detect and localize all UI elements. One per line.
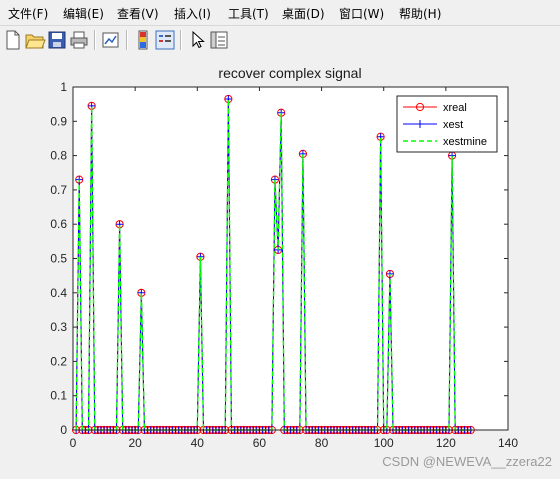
menu-bar: 文件(F) 编辑(E) 查看(V) 插入(I) 工具(T) 桌面(D) 窗口(W… bbox=[0, 0, 560, 25]
menu-desktop[interactable]: 桌面(D) bbox=[282, 5, 325, 22]
property-editor-icon[interactable] bbox=[208, 29, 230, 51]
y-tick-label: 1 bbox=[60, 80, 67, 94]
legend[interactable]: xreal xest xestmine bbox=[396, 95, 498, 153]
y-tick-label: 0.8 bbox=[50, 149, 67, 163]
save-icon[interactable] bbox=[46, 29, 68, 51]
menu-help[interactable]: 帮助(H) bbox=[399, 5, 441, 22]
y-tick-label: 0.2 bbox=[50, 354, 67, 368]
watermark: CSDN @NEWEVA__zzera22 bbox=[382, 454, 552, 469]
y-tick-label: 0.3 bbox=[50, 320, 67, 334]
y-tick-label: 0 bbox=[60, 423, 67, 437]
colorbar-icon[interactable] bbox=[132, 29, 154, 51]
chart-title: recover complex signal bbox=[218, 65, 361, 81]
x-tick-label: 140 bbox=[498, 436, 518, 450]
toolbar-separator bbox=[180, 30, 182, 50]
x-tick-label: 0 bbox=[70, 436, 77, 450]
y-tick-label: 0.9 bbox=[50, 114, 67, 128]
legend-icon[interactable] bbox=[154, 29, 176, 51]
menu-tools[interactable]: 工具(T) bbox=[228, 5, 269, 22]
open-folder-icon[interactable] bbox=[24, 29, 46, 51]
link-plot-icon[interactable] bbox=[100, 29, 122, 51]
figure-area: 0 20 40 60 80 100 120 140 0 0.1 0.2 0.3 0.4 0.5 0.6 0.… bbox=[0, 54, 560, 475]
x-tick-label: 60 bbox=[253, 436, 267, 450]
y-tick-label: 0.5 bbox=[50, 252, 67, 266]
y-tick-label: 0.4 bbox=[50, 286, 67, 300]
x-tick-label: 80 bbox=[315, 436, 329, 450]
new-file-icon[interactable] bbox=[2, 29, 24, 51]
x-tick-label: 40 bbox=[191, 436, 205, 450]
y-tick-label: 0.7 bbox=[50, 183, 67, 197]
toolbar bbox=[0, 25, 560, 55]
pointer-icon[interactable] bbox=[186, 29, 208, 51]
menu-file[interactable]: 文件(F) bbox=[8, 5, 48, 22]
menu-insert[interactable]: 插入(I) bbox=[174, 5, 211, 22]
y-tick-label: 0.1 bbox=[50, 389, 67, 403]
y-tick-label: 0.6 bbox=[50, 217, 67, 231]
x-tick-label: 100 bbox=[374, 436, 394, 450]
legend-label: xestmine bbox=[443, 136, 487, 148]
toolbar-separator bbox=[126, 30, 128, 50]
menu-window[interactable]: 窗口(W) bbox=[339, 5, 384, 22]
legend-label: xest bbox=[443, 119, 463, 131]
print-icon[interactable] bbox=[68, 29, 90, 51]
x-tick-label: 120 bbox=[436, 436, 456, 450]
legend-label: xreal bbox=[443, 102, 467, 114]
menu-view[interactable]: 查看(V) bbox=[117, 5, 159, 22]
menu-edit[interactable]: 编辑(E) bbox=[63, 5, 104, 22]
x-tick-label: 20 bbox=[128, 436, 142, 450]
toolbar-separator bbox=[94, 30, 96, 50]
chart: 0 20 40 60 80 100 120 140 0 0.1 0.2 0.3 0.4 0.5 0.6 0.… bbox=[50, 65, 518, 450]
